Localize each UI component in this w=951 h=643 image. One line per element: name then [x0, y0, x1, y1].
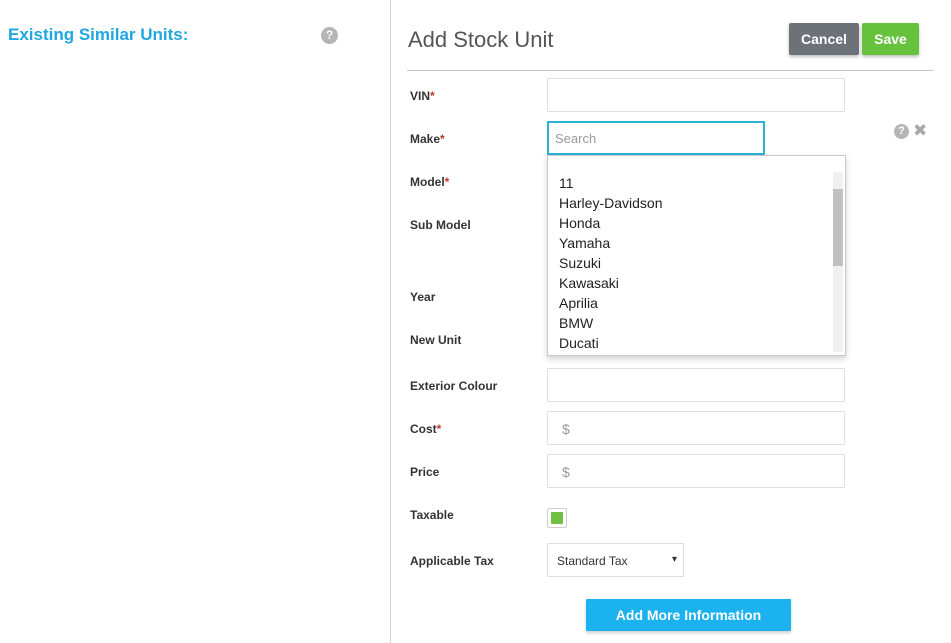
- checkbox-checked-indicator: [551, 512, 563, 524]
- make-dropdown: 11 Harley-Davidson Honda Yamaha Suzuki K…: [547, 155, 846, 356]
- taxable-checkbox[interactable]: [547, 508, 567, 528]
- dropdown-option[interactable]: Yamaha: [559, 233, 662, 253]
- question-circle-icon[interactable]: ?: [321, 27, 338, 44]
- sub-model-label: Sub Model: [410, 218, 471, 232]
- save-button[interactable]: Save: [862, 23, 919, 55]
- chevron-down-icon: ▾: [671, 554, 677, 565]
- dropdown-option[interactable]: 11: [559, 173, 662, 193]
- make-search-input[interactable]: [547, 121, 765, 155]
- dropdown-option[interactable]: BMW: [559, 313, 662, 333]
- existing-similar-units-title: Existing Similar Units:: [8, 25, 189, 44]
- dropdown-option[interactable]: Honda: [559, 213, 662, 233]
- model-label: Model*: [410, 175, 450, 189]
- page-title: Add Stock Unit: [408, 27, 554, 52]
- dropdown-option[interactable]: Kawasaki: [559, 273, 662, 293]
- taxable-label: Taxable: [410, 508, 454, 522]
- required-mark: *: [430, 89, 435, 103]
- dropdown-option[interactable]: Ducati: [559, 333, 662, 353]
- exterior-colour-label: Exterior Colour: [410, 379, 498, 393]
- cost-input[interactable]: $: [547, 411, 845, 445]
- dropdown-option[interactable]: Aprilia: [559, 293, 662, 313]
- add-more-information-button[interactable]: Add More Information: [586, 599, 791, 631]
- applicable-tax-value: Standard Tax: [557, 554, 628, 568]
- dropdown-scrollbar-thumb[interactable]: [833, 189, 843, 266]
- dropdown-option[interactable]: Harley-Davidson: [559, 193, 662, 213]
- applicable-tax-select[interactable]: Standard Tax ▾: [547, 543, 684, 577]
- vin-label: VIN*: [410, 89, 435, 103]
- price-label: Price: [410, 465, 440, 479]
- make-label: Make*: [410, 132, 445, 146]
- required-mark: *: [444, 175, 450, 189]
- applicable-tax-label: Applicable Tax: [410, 554, 494, 568]
- title-divider: [407, 70, 934, 71]
- question-circle-icon[interactable]: ?: [894, 124, 909, 139]
- year-label: Year: [410, 290, 436, 304]
- new-unit-label: New Unit: [410, 333, 462, 347]
- required-mark: *: [436, 422, 442, 436]
- required-mark: *: [440, 132, 445, 146]
- left-panel: Existing Similar Units: ?: [0, 0, 391, 643]
- dollar-sign: $: [562, 464, 570, 480]
- dollar-sign: $: [562, 421, 570, 437]
- cost-label: Cost*: [410, 422, 442, 436]
- price-input[interactable]: $: [547, 454, 845, 488]
- exterior-colour-input[interactable]: [547, 368, 845, 402]
- cancel-button[interactable]: Cancel: [789, 23, 859, 55]
- dropdown-option[interactable]: Suzuki: [559, 253, 662, 273]
- vin-input[interactable]: [547, 78, 845, 112]
- close-icon[interactable]: ✖: [913, 121, 927, 141]
